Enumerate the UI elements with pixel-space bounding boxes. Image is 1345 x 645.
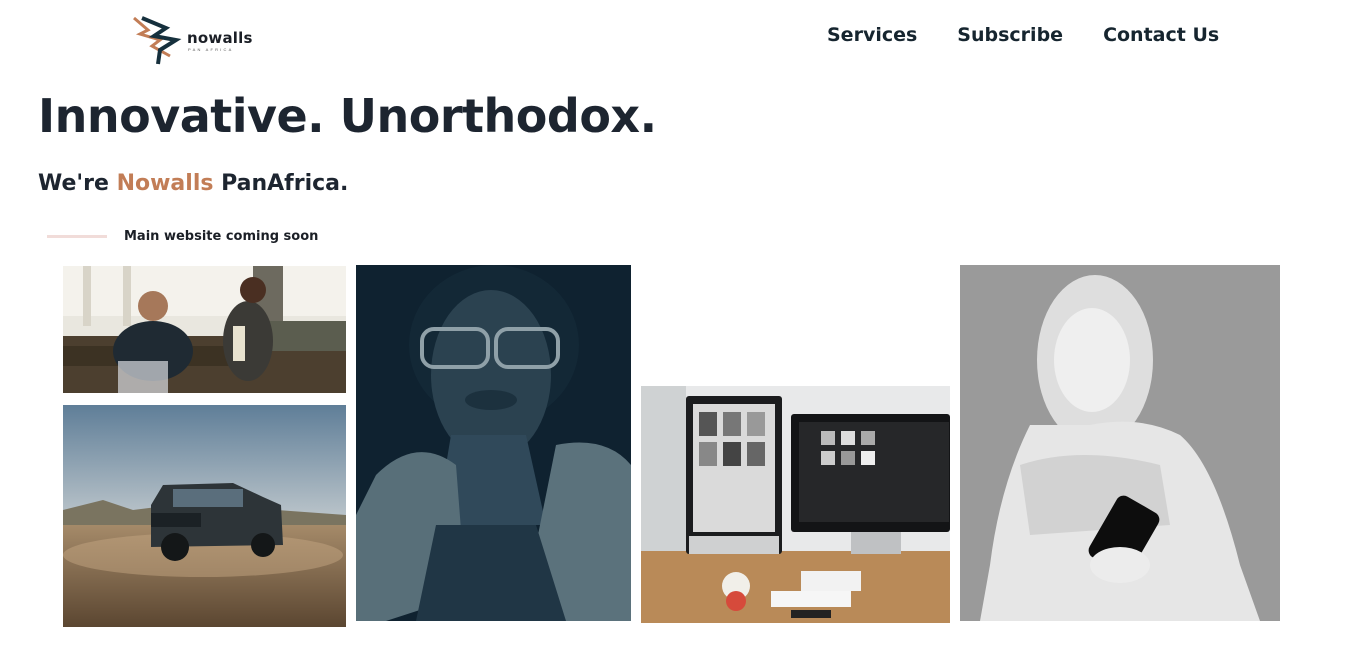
suv-desert-image [63,405,346,627]
main-nav: Services Subscribe Contact Us [827,24,1259,46]
page-subtitle: We're Nowalls PanAfrica. [38,171,348,196]
brand-logo[interactable]: nowalls PAN AFRICA [130,12,255,67]
notice-text: Main website coming soon [124,229,319,244]
desk-monitors-image [641,386,950,623]
portrait-woman-glasses-image [356,265,631,621]
coming-soon-notice: Main website coming soon [47,229,318,244]
nav-contact-link[interactable]: Contact Us [1103,24,1219,46]
subtitle-suffix: PanAfrica. [213,171,349,196]
nav-services-link[interactable]: Services [827,24,917,46]
logo-mark-icon [133,16,182,65]
subtitle-brand-accent: Nowalls [116,171,214,196]
brand-name: nowalls [187,29,253,47]
statue-phone-image [960,265,1280,621]
office-meeting-image [63,266,346,393]
brand-tagline: PAN AFRICA [188,47,234,52]
nav-subscribe-link[interactable]: Subscribe [957,24,1063,46]
notice-divider [47,235,107,238]
page-title: Innovative. Unorthodox. [38,89,657,143]
subtitle-prefix: We're [38,171,117,196]
